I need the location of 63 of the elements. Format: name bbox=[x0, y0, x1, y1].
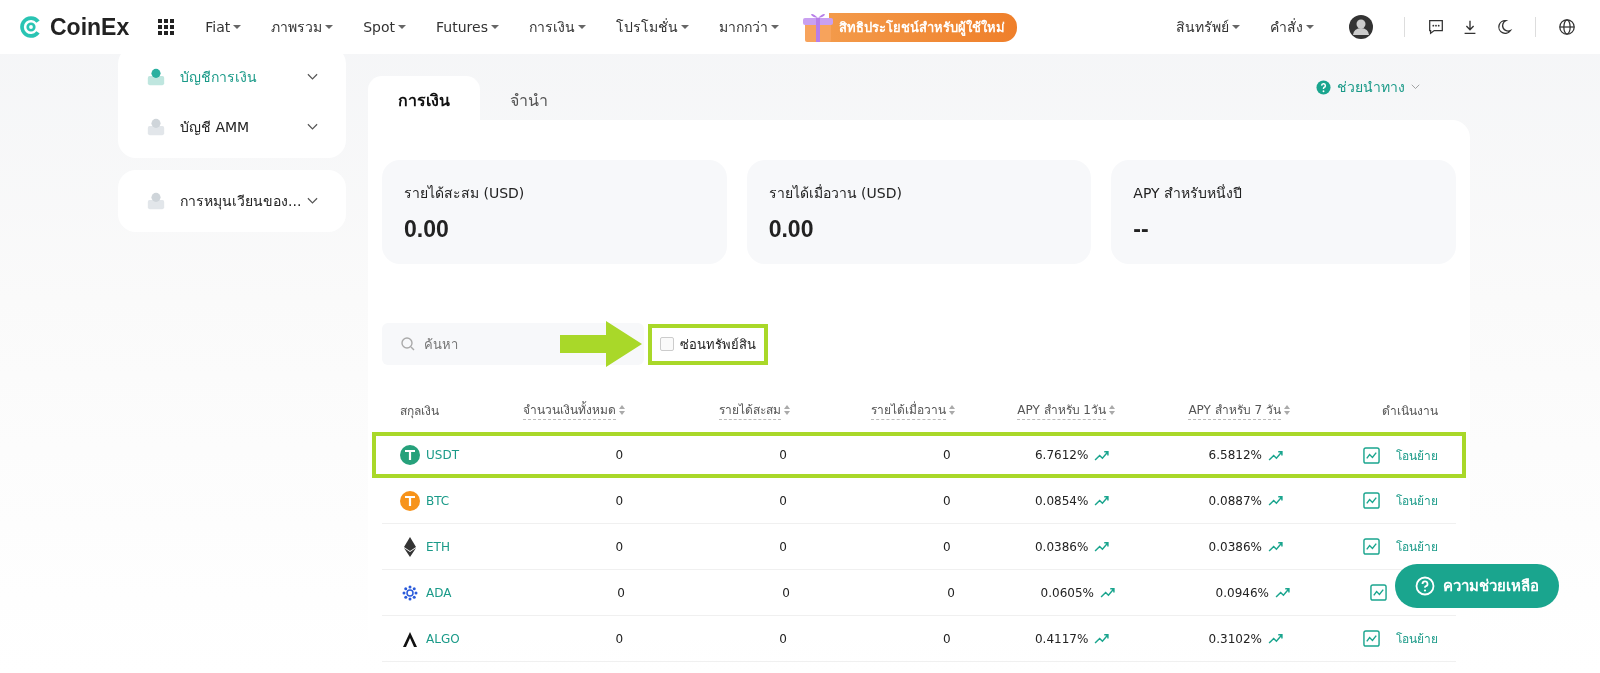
nav-menu-item[interactable]: มากกว่า bbox=[718, 16, 779, 38]
coin-name[interactable]: ALGO bbox=[426, 631, 460, 646]
table-cell: 0.0386% bbox=[1208, 539, 1262, 554]
nav-menu-item[interactable]: Spot bbox=[363, 19, 407, 35]
nav-menu-item[interactable]: สินทรัพย์ bbox=[1176, 16, 1240, 38]
coin-name[interactable]: ETH bbox=[426, 539, 450, 554]
transfer-link[interactable]: โอนย้าย bbox=[1396, 445, 1438, 465]
table-cell-text: 0 bbox=[778, 631, 787, 646]
sidebar-item[interactable]: บัญชีการเงิน bbox=[118, 52, 346, 102]
brand-name[interactable]: CoinEx bbox=[50, 13, 130, 41]
table-cell-text: 0 bbox=[778, 539, 787, 554]
table-cell-text: 0 bbox=[946, 585, 955, 600]
table-cell: 0.3102% bbox=[1208, 631, 1262, 646]
transfer-link[interactable]: โอนย้าย bbox=[1396, 629, 1438, 648]
column-header: สกุลเงิน bbox=[400, 402, 439, 420]
nav-menu-item[interactable]: คำสั่ง bbox=[1270, 16, 1314, 38]
stat-value: 0.00 bbox=[404, 216, 450, 243]
coin-name[interactable]: BTC bbox=[426, 493, 450, 508]
table-cell: 0.0946% bbox=[1215, 585, 1269, 600]
transfer-link[interactable]: โอนย้าย bbox=[1396, 491, 1438, 510]
table-cell-text: 0 bbox=[614, 631, 624, 646]
table-cell-text: 0 bbox=[614, 493, 624, 508]
nav-menu-item[interactable]: Fiat bbox=[205, 19, 242, 35]
coin-name[interactable]: ADA bbox=[426, 585, 452, 600]
table-cell: 0.0854% bbox=[1035, 493, 1089, 508]
table-cell-text: 0 bbox=[942, 448, 951, 462]
stat-label: APY สำหรับหนึ่งปี bbox=[1133, 183, 1244, 203]
column-header: APY สำหรับ 7 วัน bbox=[1188, 400, 1281, 420]
stat-value: 0.00 bbox=[768, 216, 815, 243]
table-cell: 0.0605% bbox=[1040, 585, 1094, 600]
table-cell-text: 0 bbox=[781, 585, 790, 600]
table-cell: 0.0887% bbox=[1208, 493, 1262, 508]
column-header: รายได้เมื่อวาน bbox=[871, 400, 946, 420]
table-cell-text: 0 bbox=[942, 631, 951, 646]
tab[interactable]: การเงิน bbox=[368, 76, 480, 120]
column-header: ดำเนินงาน bbox=[1382, 402, 1438, 420]
table-cell-text: 0 bbox=[942, 493, 951, 508]
table-cell: 6.7612% bbox=[1035, 448, 1089, 462]
table-cell: 0.4117% bbox=[1035, 631, 1089, 646]
table-cell-text: 0 bbox=[614, 539, 624, 554]
column-header: จำนวนเงินทั้งหมด bbox=[523, 400, 616, 420]
hide-assets-checkbox[interactable]: ซ่อนทรัพย์สิน bbox=[648, 323, 768, 365]
stat-value: -- bbox=[1133, 216, 1150, 243]
sidebar-item[interactable]: การหมุนเวียนของ... bbox=[118, 176, 346, 226]
stat-label: รายได้สะสม (USD) bbox=[404, 184, 526, 203]
table-cell-text: 0 bbox=[778, 448, 787, 462]
table-cell: 6.5812% bbox=[1208, 448, 1262, 462]
table-cell-text: 0 bbox=[778, 493, 787, 508]
stat-label: รายได้เมื่อวาน (USD) bbox=[768, 183, 903, 203]
tab[interactable]: จำนำ bbox=[480, 76, 578, 120]
sidebar-item[interactable]: บัญชี AMM bbox=[118, 102, 346, 152]
column-header: รายได้สะสม bbox=[719, 400, 781, 420]
nav-menu-item[interactable]: ภาพรวม bbox=[271, 16, 334, 38]
column-header: APY สำหรับ 1วัน bbox=[1017, 400, 1106, 420]
table-cell-text: 0 bbox=[942, 539, 951, 554]
transfer-link[interactable]: โอนย้าย bbox=[1396, 537, 1438, 556]
table-cell-text: 0 bbox=[614, 448, 624, 462]
nav-menu-item[interactable]: การเงิน bbox=[528, 16, 586, 38]
nav-menu-item[interactable]: Futures bbox=[436, 19, 499, 35]
table-cell-text: 0 bbox=[616, 585, 625, 600]
nav-menu-item[interactable]: โปรโมชั่น bbox=[615, 16, 689, 38]
table-cell: 0.0386% bbox=[1035, 539, 1089, 554]
coin-name[interactable]: USDT bbox=[426, 448, 459, 462]
